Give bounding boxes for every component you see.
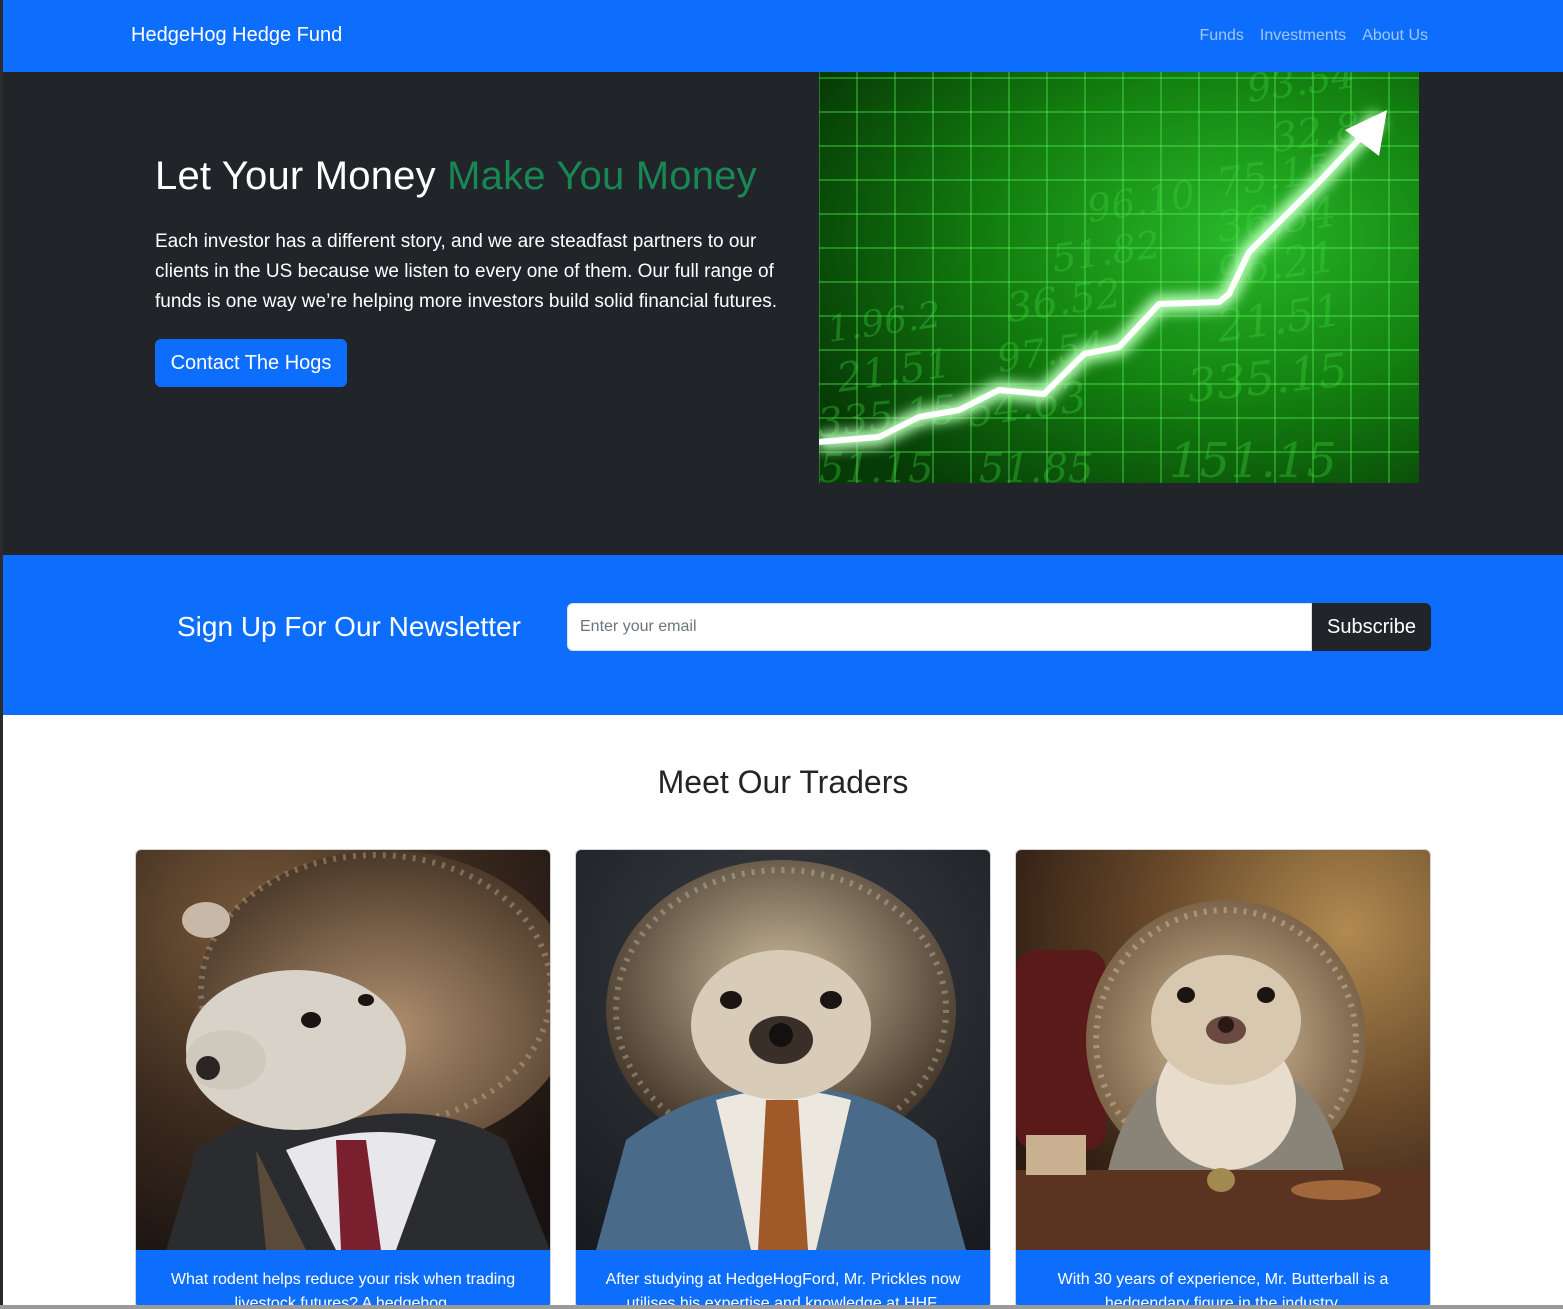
- hedgehog-trader-portrait-icon: [1016, 850, 1430, 1250]
- trader-card: After studying at HedgeHogFord, Mr. Pric…: [575, 849, 991, 1309]
- nav-link-investments[interactable]: Investments: [1260, 27, 1346, 45]
- traders-title: Meet Our Traders: [657, 764, 909, 800]
- svg-text:51.15: 51.15: [819, 446, 934, 483]
- hero-title-accent: Make You Money: [447, 154, 757, 198]
- hedgehog-trader-portrait-icon: [136, 850, 550, 1250]
- trader-card: With 30 years of experience, Mr. Butterb…: [1015, 849, 1431, 1309]
- stock-chart-icon: 93.54 32.8 75.15 96.10 36.54 51.82 96.21…: [819, 72, 1419, 483]
- svg-text:151.15: 151.15: [1169, 433, 1337, 483]
- stock-chart-graphic: 93.54 32.8 75.15 96.10 36.54 51.82 96.21…: [819, 72, 1419, 483]
- nav-link-about-us[interactable]: About Us: [1362, 27, 1428, 45]
- navbar-brand[interactable]: HedgeHog Hedge Fund: [131, 24, 342, 47]
- trader-photo-2: [576, 850, 990, 1250]
- trader-card-text: With 30 years of experience, Mr. Butterb…: [1057, 1271, 1389, 1309]
- trader-card: What rodent helps reduce your risk when …: [135, 849, 551, 1309]
- hero-section: Let Your Money Make You Money Each inves…: [3, 72, 1563, 555]
- newsletter-title: Sign Up For Our Newsletter: [177, 611, 521, 642]
- svg-text:51.85: 51.85: [979, 446, 1094, 483]
- trader-photo-3: [1016, 850, 1430, 1250]
- window-left-border: [0, 0, 3, 1309]
- trader-card-text: What rodent helps reduce your risk when …: [170, 1271, 516, 1309]
- newsletter-section: Sign Up For Our Newsletter Subscribe: [3, 555, 1563, 715]
- trader-card-body: What rodent helps reduce your risk when …: [136, 1250, 550, 1309]
- trader-photo-1: [136, 850, 550, 1250]
- hero-description: Each investor has a different story, and…: [155, 231, 778, 312]
- hero-title-main: Let Your Money: [155, 154, 436, 198]
- trader-card-body: After studying at HedgeHogFord, Mr. Pric…: [576, 1250, 990, 1309]
- contact-button[interactable]: Contact The Hogs: [155, 339, 347, 387]
- hedgehog-trader-portrait-icon: [576, 850, 990, 1250]
- window-bottom-border: [0, 1305, 1563, 1309]
- nav-links: Funds Investments About Us: [1199, 27, 1428, 45]
- nav-link-funds[interactable]: Funds: [1199, 27, 1243, 45]
- email-input[interactable]: [567, 603, 1312, 651]
- trader-card-body: With 30 years of experience, Mr. Butterb…: [1016, 1250, 1430, 1309]
- hero-title: Let Your Money Make You Money: [155, 154, 757, 199]
- subscribe-button[interactable]: Subscribe: [1312, 603, 1431, 651]
- navbar: HedgeHog Hedge Fund Funds Investments Ab…: [3, 0, 1563, 72]
- trader-card-text: After studying at HedgeHogFord, Mr. Pric…: [605, 1271, 961, 1309]
